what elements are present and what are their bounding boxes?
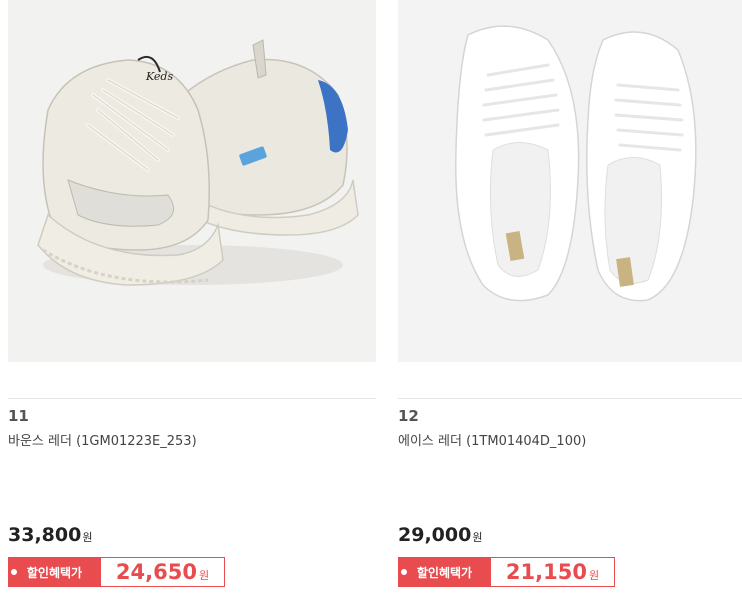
- price-value: 29,000: [398, 524, 472, 546]
- sale-label-text: 할인혜택가: [26, 565, 83, 580]
- product-card[interactable]: 12 에이스 레더 (1TM01404D_100) 29,000원 할인혜택가 …: [398, 0, 742, 616]
- sale-price-box: 할인혜택가 21,150 원: [398, 557, 615, 587]
- chunky-sneaker-image: Keds: [37, 39, 359, 286]
- divider: [8, 398, 376, 399]
- sale-label-text: 할인혜택가: [416, 565, 473, 580]
- price-unit: 원: [472, 531, 483, 544]
- product-price: 29,000원: [398, 524, 482, 546]
- white-sneaker-image: [454, 25, 697, 302]
- product-image[interactable]: [398, 0, 742, 362]
- sale-label: 할인혜택가: [398, 557, 491, 587]
- dot-icon: [11, 569, 17, 575]
- sale-price-unit: 원: [198, 568, 210, 582]
- sale-price-value: 21,150: [505, 560, 587, 584]
- sale-price-box: 할인혜택가 24,650 원: [8, 557, 225, 587]
- product-price: 33,800원: [8, 524, 92, 546]
- product-number: 11: [8, 407, 29, 425]
- dot-icon: [401, 569, 407, 575]
- price-unit: 원: [82, 531, 93, 544]
- sale-price: 24,650 원: [101, 557, 225, 587]
- svg-text:Keds: Keds: [145, 70, 173, 83]
- divider: [398, 398, 742, 399]
- sale-price-unit: 원: [588, 568, 600, 582]
- product-card[interactable]: Keds 11 바운스 레더 (1GM01223E_253) 33,800원 할…: [8, 0, 376, 616]
- product-name[interactable]: 에이스 레더 (1TM01404D_100): [398, 430, 586, 449]
- product-name[interactable]: 바운스 레더 (1GM01223E_253): [8, 430, 197, 449]
- sale-label: 할인혜택가: [8, 557, 101, 587]
- product-number: 12: [398, 407, 419, 425]
- product-image[interactable]: Keds: [8, 0, 376, 362]
- sale-price: 21,150 원: [491, 557, 615, 587]
- price-value: 33,800: [8, 524, 82, 546]
- sale-price-value: 24,650: [115, 560, 197, 584]
